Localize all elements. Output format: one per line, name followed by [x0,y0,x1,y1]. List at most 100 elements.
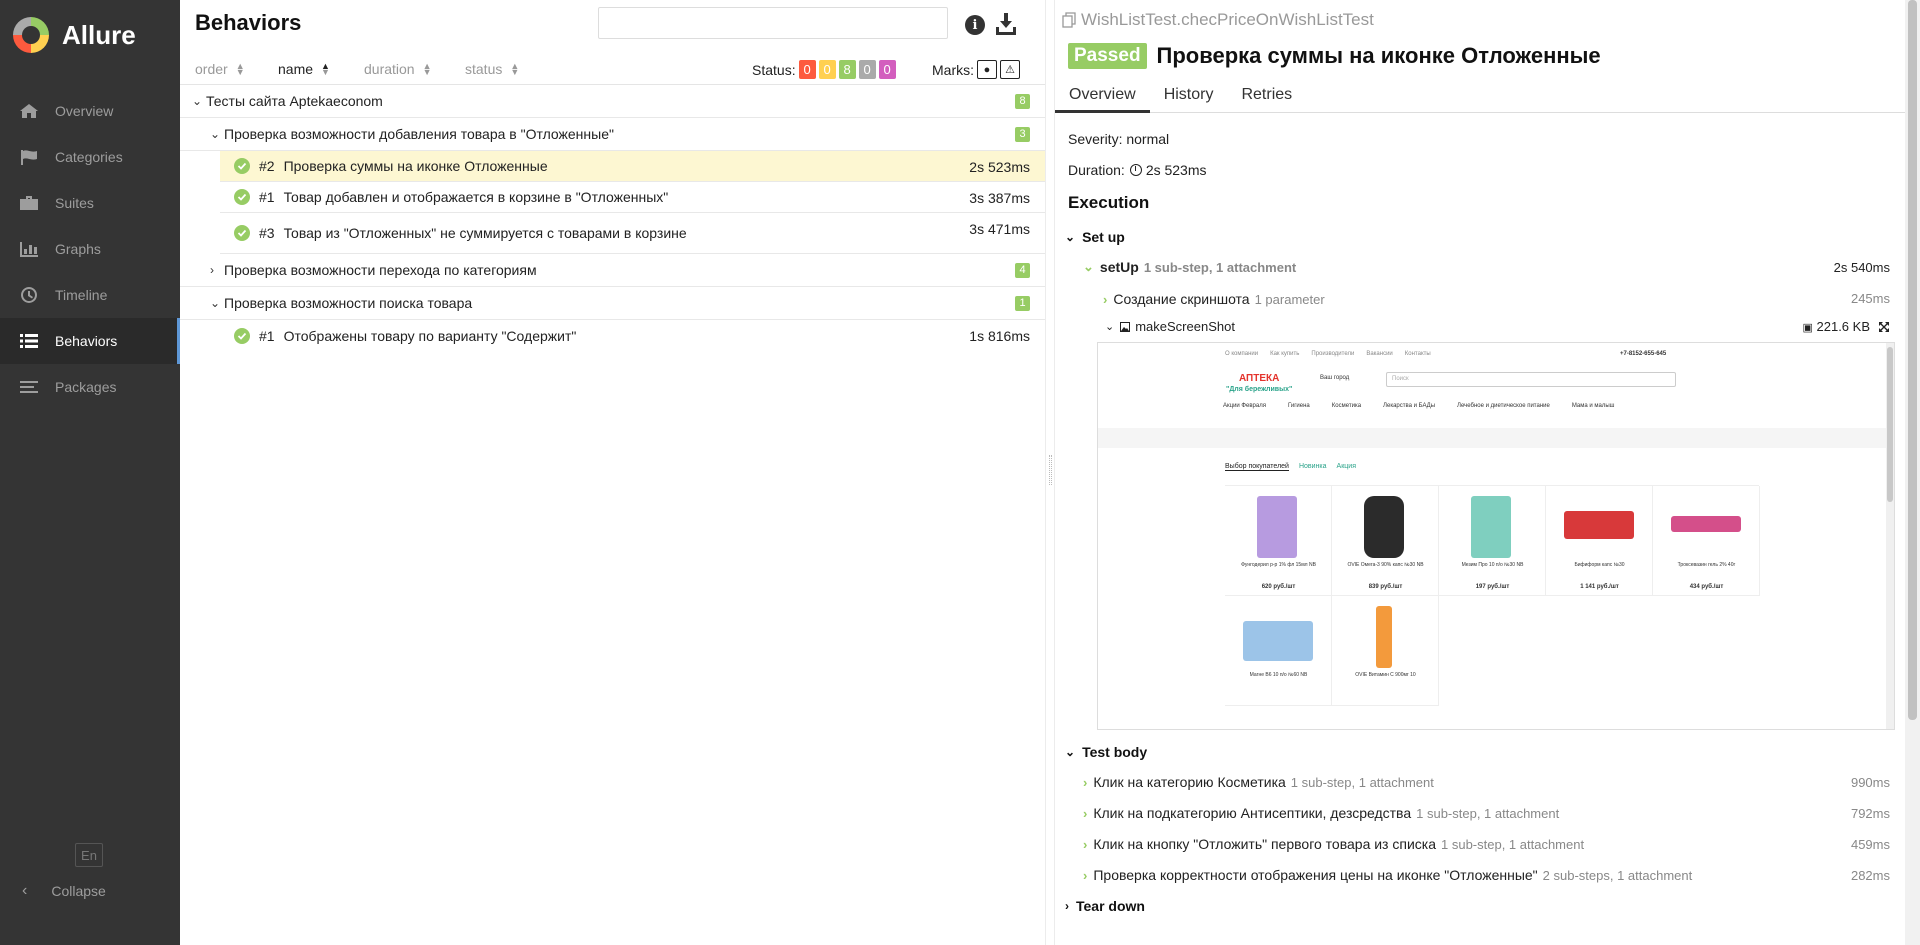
test-name: Проверка суммы на иконке Отложенные [283,158,548,174]
pane-resize-handle[interactable] [1045,0,1055,945]
step-setup[interactable]: ⌄ setUp 1 sub-step, 1 attachment [1083,259,1296,275]
step-name: Создание скриншота [1113,291,1250,307]
sort-status[interactable]: status ▲ ▼ [465,61,519,77]
sidebar-item-behaviors[interactable]: Behaviors [0,318,180,364]
info-icon[interactable]: i [965,15,985,35]
execution-title: Execution [1068,193,1150,212]
teardown-section[interactable]: › Tear down [1065,898,1145,914]
sidebar-item-packages[interactable]: Packages [0,364,180,410]
sidebar-item-overview[interactable]: Overview [0,88,180,134]
home-icon [18,102,40,120]
sort-bar: order ▲ ▼ name ▲ ▼ duration ▲ ▼ status ▲ ▼ Statu… [180,55,1045,85]
product-name: Троксевазин гель 2% 40г [1677,562,1736,568]
group-count-badge: 8 [1015,94,1030,109]
chevron-right-icon: › [1083,774,1088,790]
sort-order[interactable]: order ▲ ▼ [195,61,245,77]
chevron-down-icon: ⌄ [210,296,221,310]
stack-icon [18,378,40,396]
shot-product: Бифиформ капс №30 1 141 руб./шт [1546,486,1653,596]
product-image [1471,496,1511,558]
product-price: 839 руб./шт [1368,584,1403,590]
sort-arrows-icon: ▲ ▼ [510,61,520,77]
language-button[interactable]: En [75,843,103,867]
download-icon[interactable] [995,12,1017,36]
test-row[interactable]: #3 Товар из "Отложенных" не суммируется … [220,213,1045,254]
chevron-down-icon: ⌄ [1065,745,1076,759]
list-icon [18,332,40,350]
chevron-down-icon: ⌄ [1105,321,1115,333]
status-skipped-badge[interactable]: 0 [858,60,876,79]
shot-logo: АПТЕКА "Для бережливых" [1226,373,1292,395]
setup-section[interactable]: ⌄ Set up [1065,229,1125,245]
sort-duration[interactable]: duration ▲ ▼ [364,61,432,77]
flaky-bomb-icon[interactable]: ● [977,60,997,79]
attachment-row[interactable]: ⌄ makeScreenShot [1105,319,1235,334]
sidebar-item-label: Overview [55,103,114,119]
step-screenshot[interactable]: › Создание скриншота 1 parameter [1103,291,1325,307]
sidebar-nav: Overview Categories Suites Graphs Timeli… [0,88,180,410]
test-row[interactable]: #2 Проверка суммы на иконке Отложенные 2… [220,151,1045,182]
shot-topnav-item: Как купить [1270,351,1300,357]
test-body-section[interactable]: ⌄ Test body [1065,744,1147,760]
product-name: OVIE Омега-3 90% капс №30 NB [1347,562,1424,568]
step-row[interactable]: › Проверка корректности отображения цены… [1083,867,1692,883]
step-row[interactable]: › Клик на подкатегорию Антисептики, дезс… [1083,805,1559,821]
sidebar-item-label: Behaviors [55,333,118,349]
sidebar-item-categories[interactable]: Categories [0,134,180,180]
sort-name[interactable]: name ▲ ▼ [278,61,330,77]
status-failed-badge[interactable]: 0 [798,60,816,79]
collapse-button[interactable]: ‹ Collapse [22,882,106,900]
tree-group-feature[interactable]: ⌄ Проверка возможности поиска товара 1 [180,287,1045,320]
product-price: 197 руб./шт [1475,584,1510,590]
test-duration: 3s 471ms [969,221,1030,237]
chevron-right-icon: › [1083,836,1088,852]
passed-check-icon [234,225,250,241]
expand-icon[interactable] [1878,321,1890,333]
testcase-tabs: Overview History Retries [1055,80,1905,113]
step-meta: 1 sub-step, 1 attachment [1290,774,1434,790]
product-name: Мезим Про 10 п/о №30 NB [1461,562,1524,568]
step-name: Клик на подкатегорию Антисептики, дезсре… [1093,805,1412,821]
section-title: Set up [1082,229,1125,245]
group-label: Проверка возможности добавления товара в… [224,126,614,142]
save-icon[interactable]: ▣ [1802,322,1812,334]
step-duration: 459ms [1850,837,1890,852]
tree-group-epic[interactable]: ⌄ Тесты сайта Aptekaeconom 8 [180,85,1045,118]
sidebar-item-timeline[interactable]: Timeline [0,272,180,318]
test-row[interactable]: #1 Товар добавлен и отображается в корзи… [220,182,1045,213]
collapse-label: Collapse [51,883,106,899]
shot-menu-item: Косметика [1331,403,1362,409]
step-duration: 245ms [1850,291,1890,306]
copy-icon[interactable] [1062,12,1076,28]
chevron-left-icon: ‹ [22,882,28,899]
shot-tab: Новинка [1298,463,1327,470]
test-row[interactable]: #1 Отображены товару по варианту "Содерж… [220,320,1045,351]
step-meta: 1 sub-step, 1 attachment [1416,805,1560,821]
scrollbar[interactable] [1905,0,1920,945]
sidebar-item-graphs[interactable]: Graphs [0,226,180,272]
chevron-right-icon: › [210,263,214,277]
status-passed-badge[interactable]: 8 [838,60,856,79]
status-unknown-badge[interactable]: 0 [878,60,896,79]
step-row[interactable]: › Клик на кнопку "Отложить" первого това… [1083,836,1584,852]
search-input[interactable] [598,7,948,39]
attachment-size-value: 221.6 KB [1816,319,1871,334]
chevron-right-icon: › [1083,805,1088,821]
shot-tab: Выбор покупателей [1225,463,1289,471]
product-image [1243,621,1313,661]
new-failed-warning-icon[interactable]: ⚠ [1000,60,1020,79]
tree-group-feature[interactable]: › Проверка возможности перехода по катег… [180,254,1045,287]
tree-group-feature[interactable]: ⌄ Проверка возможности добавления товара… [180,118,1045,151]
allure-logo[interactable]: Allure [13,17,136,53]
sidebar-item-label: Graphs [55,241,101,257]
step-duration: 990ms [1850,775,1890,790]
scrollbar-thumb[interactable] [1908,0,1917,720]
tab-retries[interactable]: Retries [1227,80,1306,113]
sidebar-item-suites[interactable]: Suites [0,180,180,226]
step-row[interactable]: › Клик на категорию Косметика 1 sub-step… [1083,774,1434,790]
status-broken-badge[interactable]: 0 [818,60,836,79]
tab-history[interactable]: History [1150,80,1228,113]
allure-logo-icon [13,17,49,53]
tab-overview[interactable]: Overview [1055,80,1150,113]
test-fullname: WishListTest.checPriceOnWishListTest [1062,10,1374,30]
